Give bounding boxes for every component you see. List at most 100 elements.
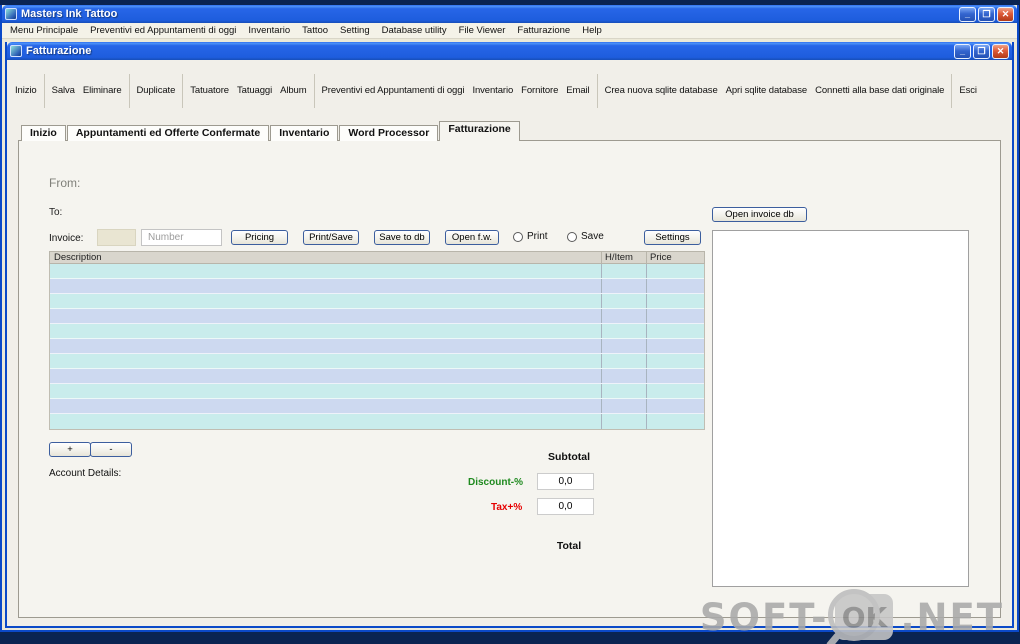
print-save-button[interactable]: Print/Save xyxy=(303,230,359,245)
toolbar-item-tatuatore[interactable]: Tatuatore xyxy=(186,85,233,96)
cell-price[interactable] xyxy=(646,309,704,323)
cell-price[interactable] xyxy=(646,324,704,338)
tab-inventario[interactable]: Inventario xyxy=(270,125,339,141)
cell-price[interactable] xyxy=(646,369,704,383)
invoice-db-list[interactable] xyxy=(712,230,969,587)
table-row[interactable] xyxy=(50,414,704,429)
table-row[interactable] xyxy=(50,324,704,339)
cell-price[interactable] xyxy=(646,264,704,278)
main-window-title: Masters Ink Tattoo xyxy=(21,8,118,20)
child-minimize-button[interactable]: _ xyxy=(954,43,971,59)
toolbar-item-album[interactable]: Album xyxy=(276,85,310,96)
toolbar-item-email[interactable]: Email xyxy=(562,85,593,96)
toolbar-item-tatuaggi[interactable]: Tatuaggi xyxy=(233,85,276,96)
menu-item-database-utility[interactable]: Database utility xyxy=(376,25,453,36)
tab-strip: Inizio Appuntamenti ed Offerte Confermat… xyxy=(7,121,1012,141)
cell-hitem[interactable] xyxy=(601,399,646,413)
invoice-table-body xyxy=(49,264,705,430)
toolbar-item-preventivi[interactable]: Preventivi ed Appuntamenti di oggi xyxy=(318,85,469,96)
cell-description[interactable] xyxy=(50,294,601,308)
cell-price[interactable] xyxy=(646,294,704,308)
cell-description[interactable] xyxy=(50,324,601,338)
toolbar-item-duplicate[interactable]: Duplicate xyxy=(133,85,180,96)
cell-hitem[interactable] xyxy=(601,264,646,278)
cell-hitem[interactable] xyxy=(601,294,646,308)
toolbar-item-inizio[interactable]: Inizio xyxy=(11,85,41,96)
discount-input[interactable] xyxy=(537,473,594,490)
cell-description[interactable] xyxy=(50,384,601,398)
toolbar-item-fornitore[interactable]: Fornitore xyxy=(517,85,562,96)
cell-hitem[interactable] xyxy=(601,324,646,338)
cell-price[interactable] xyxy=(646,399,704,413)
table-row[interactable] xyxy=(50,309,704,324)
toolbar-item-crea-db[interactable]: Crea nuova sqlite database xyxy=(601,85,722,96)
menu-item-tattoo[interactable]: Tattoo xyxy=(296,25,334,36)
cell-description[interactable] xyxy=(50,414,601,429)
cell-hitem[interactable] xyxy=(601,279,646,293)
cell-hitem[interactable] xyxy=(601,369,646,383)
cell-hitem[interactable] xyxy=(601,414,646,429)
toolbar-item-inventario[interactable]: Inventario xyxy=(468,85,517,96)
table-row[interactable] xyxy=(50,264,704,279)
close-button[interactable]: ✕ xyxy=(997,6,1014,22)
menu-item-setting[interactable]: Setting xyxy=(334,25,376,36)
cell-price[interactable] xyxy=(646,354,704,368)
cell-description[interactable] xyxy=(50,339,601,353)
cell-price[interactable] xyxy=(646,279,704,293)
table-row[interactable] xyxy=(50,339,704,354)
cell-description[interactable] xyxy=(50,279,601,293)
tax-input[interactable] xyxy=(537,498,594,515)
tab-appuntamenti[interactable]: Appuntamenti ed Offerte Confermate xyxy=(66,125,270,141)
cell-hitem[interactable] xyxy=(601,384,646,398)
cell-hitem[interactable] xyxy=(601,354,646,368)
cell-price[interactable] xyxy=(646,339,704,353)
menu-item-preventivi[interactable]: Preventivi ed Appuntamenti di oggi xyxy=(84,25,242,36)
cell-price[interactable] xyxy=(646,384,704,398)
cell-price[interactable] xyxy=(646,414,704,429)
tab-word-processor[interactable]: Word Processor xyxy=(339,125,439,141)
cell-description[interactable] xyxy=(50,354,601,368)
print-radio[interactable]: Print xyxy=(513,231,548,242)
add-row-button[interactable]: + xyxy=(49,442,91,457)
table-row[interactable] xyxy=(50,399,704,414)
cell-description[interactable] xyxy=(50,399,601,413)
main-titlebar[interactable]: Masters Ink Tattoo _ ❐ ✕ xyxy=(2,5,1017,23)
menu-item-inventario[interactable]: Inventario xyxy=(242,25,296,36)
pricing-button[interactable]: Pricing xyxy=(231,230,288,245)
menu-item-fatturazione[interactable]: Fatturazione xyxy=(511,25,576,36)
cell-description[interactable] xyxy=(50,369,601,383)
menu-item-help[interactable]: Help xyxy=(576,25,608,36)
table-row[interactable] xyxy=(50,354,704,369)
maximize-button[interactable]: ❐ xyxy=(978,6,995,22)
tab-fatturazione[interactable]: Fatturazione xyxy=(439,121,520,141)
menu-item-file-viewer[interactable]: File Viewer xyxy=(453,25,512,36)
invoice-number-input[interactable] xyxy=(141,229,222,246)
tab-inizio[interactable]: Inizio xyxy=(21,125,66,141)
table-row[interactable] xyxy=(50,294,704,309)
child-maximize-button[interactable]: ❐ xyxy=(973,43,990,59)
open-fw-button[interactable]: Open f.w. xyxy=(445,230,499,245)
child-titlebar[interactable]: Fatturazione _ ❐ ✕ xyxy=(7,42,1012,60)
toolbar-item-esci[interactable]: Esci xyxy=(955,85,981,96)
cell-description[interactable] xyxy=(50,264,601,278)
minimize-button[interactable]: _ xyxy=(959,6,976,22)
cell-hitem[interactable] xyxy=(601,339,646,353)
remove-row-button[interactable]: - xyxy=(90,442,132,457)
save-radio[interactable]: Save xyxy=(567,231,604,242)
child-close-button[interactable]: ✕ xyxy=(992,43,1009,59)
table-row[interactable] xyxy=(50,369,704,384)
settings-button[interactable]: Settings xyxy=(644,230,701,245)
toolbar-item-connetti-db[interactable]: Connetti alla base dati originale xyxy=(811,85,948,96)
save-to-db-button[interactable]: Save to db xyxy=(374,230,430,245)
menu-item-menu-principale[interactable]: Menu Principale xyxy=(4,25,84,36)
toolbar-item-eliminare[interactable]: Eliminare xyxy=(79,85,126,96)
table-row[interactable] xyxy=(50,279,704,294)
toolbar-separator xyxy=(128,73,130,108)
table-row[interactable] xyxy=(50,384,704,399)
open-invoice-db-button[interactable]: Open invoice db xyxy=(712,207,807,222)
toolbar-item-apri-db[interactable]: Apri sqlite database xyxy=(722,85,811,96)
cell-hitem[interactable] xyxy=(601,309,646,323)
cell-description[interactable] xyxy=(50,309,601,323)
toolbar-item-salva[interactable]: Salva xyxy=(48,85,79,96)
invoice-id-field[interactable] xyxy=(97,229,136,246)
